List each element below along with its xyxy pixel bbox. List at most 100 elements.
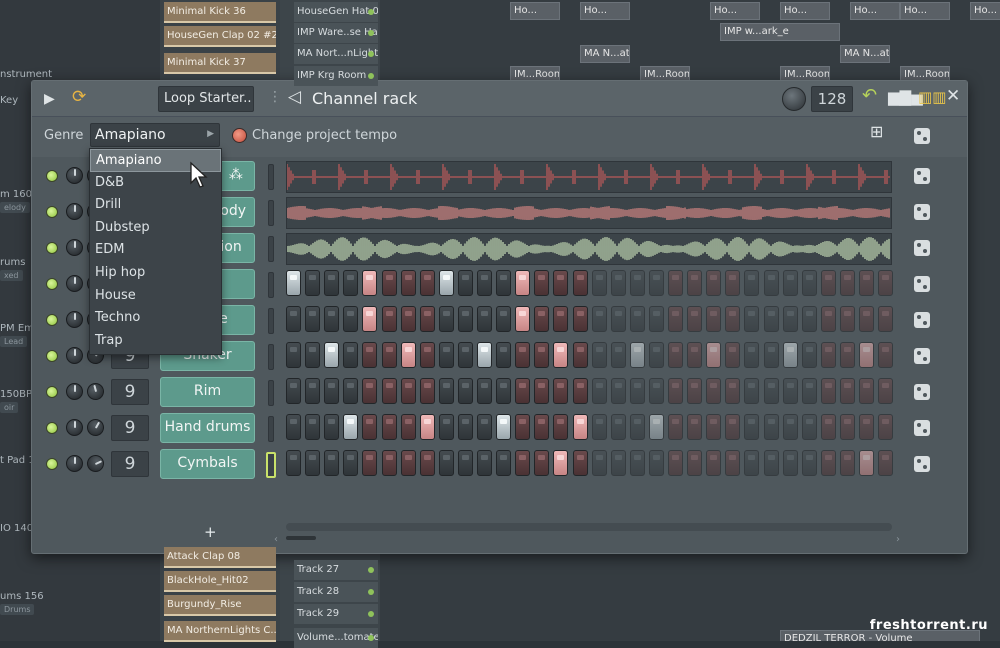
step-button[interactable] (534, 378, 550, 404)
pattern-item[interactable]: Attack Clap 08 (164, 547, 276, 568)
step-button[interactable] (305, 270, 321, 296)
step-button[interactable] (477, 414, 492, 440)
step-button[interactable] (629, 378, 645, 404)
step-button[interactable] (286, 450, 301, 476)
step-button[interactable] (438, 342, 454, 368)
step-button[interactable] (878, 378, 894, 404)
drag-handle-icon[interactable]: ⋮ (268, 90, 282, 104)
channel-rack-titlebar[interactable]: ▶ ⟳ Loop Starter.. ⋮ ◁ Channel rack 128 … (32, 81, 967, 117)
step-button[interactable] (725, 306, 741, 332)
step-button[interactable] (553, 342, 569, 368)
step-button[interactable] (381, 414, 397, 440)
step-button[interactable] (572, 450, 588, 476)
step-button[interactable] (610, 342, 626, 368)
step-button[interactable] (782, 270, 798, 296)
channel-mute-led[interactable] (46, 278, 58, 290)
pattern-item[interactable]: HouseGen Clap 02 #2 (164, 26, 276, 47)
step-button[interactable] (438, 378, 454, 404)
playlist-clip[interactable]: Ho... (900, 2, 950, 20)
step-button[interactable] (706, 306, 722, 332)
step-button[interactable] (782, 342, 798, 368)
step-button[interactable] (839, 450, 855, 476)
track-header[interactable]: MA Nort...nLights (294, 44, 378, 64)
step-button[interactable] (706, 342, 722, 368)
step-button[interactable] (782, 450, 798, 476)
step-button[interactable] (400, 306, 416, 332)
step-button[interactable] (859, 306, 874, 332)
channel-mute-led[interactable] (46, 242, 58, 254)
step-button[interactable] (725, 414, 741, 440)
step-button[interactable] (744, 378, 760, 404)
step-button[interactable] (839, 378, 855, 404)
step-button[interactable] (744, 306, 760, 332)
step-button[interactable] (572, 378, 588, 404)
step-button[interactable] (629, 414, 645, 440)
step-button[interactable] (324, 414, 340, 440)
step-button[interactable] (820, 306, 836, 332)
step-button[interactable] (629, 450, 645, 476)
channel-mixer-track[interactable]: 9 (111, 415, 149, 441)
step-button[interactable] (305, 306, 321, 332)
step-button[interactable] (591, 306, 607, 332)
genre-select[interactable]: Amapiano ▶ (90, 123, 220, 147)
horizontal-scrollbar[interactable] (286, 523, 892, 531)
step-button[interactable] (362, 414, 378, 440)
step-button[interactable] (706, 450, 722, 476)
randomize-dice-icon[interactable] (914, 168, 930, 184)
step-button[interactable] (668, 378, 683, 404)
step-button[interactable] (324, 270, 340, 296)
channel-pan-knob[interactable] (66, 311, 83, 328)
step-button[interactable] (859, 378, 874, 404)
step-button[interactable] (591, 414, 607, 440)
step-button[interactable] (515, 270, 531, 296)
step-button[interactable] (515, 342, 531, 368)
step-button[interactable] (572, 342, 588, 368)
playlist-clip[interactable]: Ho... (780, 2, 830, 20)
genre-option[interactable]: Trap (90, 330, 221, 353)
genre-option[interactable]: Dubstep (90, 217, 221, 240)
step-button[interactable] (534, 414, 550, 440)
step-button[interactable] (839, 270, 855, 296)
step-button[interactable] (457, 450, 473, 476)
step-button[interactable] (591, 378, 607, 404)
pattern-item[interactable]: BlackHole_Hit02 (164, 571, 276, 592)
pattern-item[interactable]: Minimal Kick 36 (164, 2, 276, 23)
step-button[interactable] (820, 270, 836, 296)
track-active-icon[interactable] (368, 30, 374, 36)
step-button[interactable] (362, 378, 378, 404)
step-button[interactable] (324, 306, 340, 332)
step-button[interactable] (648, 378, 664, 404)
step-button[interactable] (477, 450, 492, 476)
randomize-dice-icon[interactable] (914, 348, 930, 364)
step-button[interactable] (687, 450, 703, 476)
playlist-clip[interactable]: Ho... (850, 2, 900, 20)
channel-mixer-track[interactable]: 9 (111, 379, 149, 405)
channel-select[interactable] (268, 308, 274, 334)
step-button[interactable] (477, 378, 492, 404)
step-button[interactable] (438, 414, 454, 440)
channel-select[interactable] (266, 452, 276, 478)
track-header[interactable]: IMP Krg Room (294, 66, 378, 86)
step-button[interactable] (362, 270, 378, 296)
step-button[interactable] (629, 270, 645, 296)
channel-mute-led[interactable] (46, 314, 58, 326)
step-button[interactable] (381, 378, 397, 404)
step-button[interactable] (801, 450, 817, 476)
step-button[interactable] (744, 270, 760, 296)
step-button[interactable] (859, 450, 874, 476)
track-header[interactable]: Track 27 (294, 560, 378, 580)
playlist-clip[interactable]: Ho... (510, 2, 560, 20)
step-button[interactable] (362, 306, 378, 332)
step-button[interactable] (744, 342, 760, 368)
tempo-display[interactable]: 128 (811, 86, 853, 112)
step-button[interactable] (343, 270, 359, 296)
step-button[interactable] (801, 270, 817, 296)
step-button[interactable] (878, 270, 894, 296)
step-button[interactable] (438, 450, 454, 476)
step-button[interactable] (286, 414, 301, 440)
track-active-icon[interactable] (368, 567, 374, 573)
step-button[interactable] (878, 414, 894, 440)
step-button[interactable] (839, 342, 855, 368)
step-button[interactable] (534, 342, 550, 368)
playlist-clip[interactable]: MA N...at (580, 45, 630, 63)
